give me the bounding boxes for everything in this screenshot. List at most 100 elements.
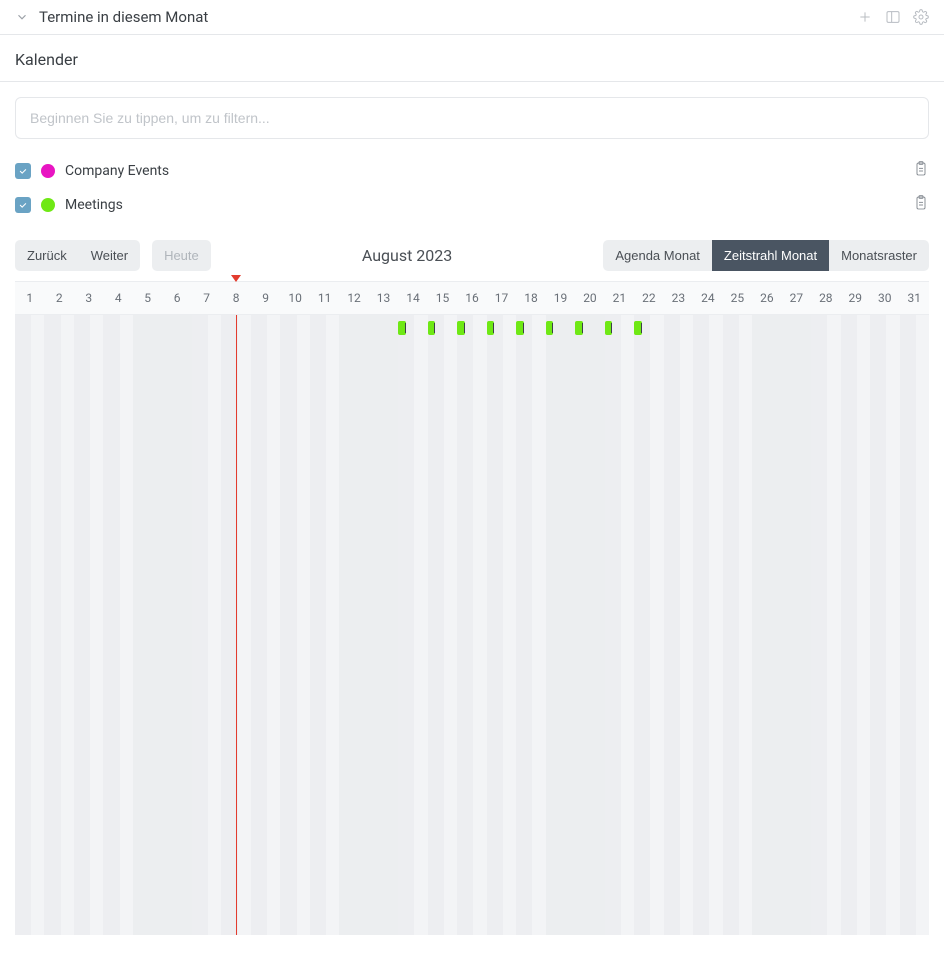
today-line xyxy=(236,315,237,935)
weekend-column xyxy=(133,315,162,935)
toolbar: Zurück Weiter Heute August 2023 Agenda M… xyxy=(0,222,944,281)
timeline-body[interactable] xyxy=(15,315,929,935)
view-group: Agenda Monat Zeitstrahl Monat Monatsrast… xyxy=(603,240,929,271)
month-label: August 2023 xyxy=(211,246,604,265)
event[interactable] xyxy=(546,321,553,335)
back-button[interactable]: Zurück xyxy=(15,240,79,271)
event[interactable] xyxy=(487,321,494,335)
day-header-cell[interactable]: 30 xyxy=(870,282,899,314)
day-column xyxy=(693,315,709,935)
event[interactable] xyxy=(605,321,612,335)
day-header-cell[interactable]: 26 xyxy=(752,282,781,314)
view-grid[interactable]: Monatsraster xyxy=(829,240,929,271)
day-header-cell[interactable]: 1 xyxy=(15,282,44,314)
today-marker-icon xyxy=(231,275,241,282)
day-header-cell[interactable]: 31 xyxy=(900,282,929,314)
day-header-cell[interactable]: 4 xyxy=(103,282,132,314)
event[interactable] xyxy=(428,321,435,335)
plus-icon[interactable] xyxy=(857,9,873,25)
day-column xyxy=(280,315,296,935)
day-header: 1234567891011121314151617181920212223242… xyxy=(15,281,929,315)
clipboard-icon[interactable] xyxy=(913,160,929,182)
widget-title: Termine in diesem Monat xyxy=(39,8,857,26)
filter-input[interactable] xyxy=(15,97,929,139)
day-column xyxy=(103,315,119,935)
calendar-checkbox[interactable] xyxy=(15,197,31,213)
day-column xyxy=(44,315,60,935)
day-column xyxy=(192,315,208,935)
day-column xyxy=(723,315,739,935)
day-header-cell[interactable]: 17 xyxy=(487,282,516,314)
event[interactable] xyxy=(457,321,464,335)
clipboard-icon[interactable] xyxy=(913,194,929,216)
day-header-cell[interactable]: 27 xyxy=(782,282,811,314)
day-header-cell[interactable]: 21 xyxy=(605,282,634,314)
event[interactable] xyxy=(516,321,523,335)
day-header-cell[interactable]: 16 xyxy=(457,282,486,314)
weekend-column xyxy=(575,315,604,935)
weekend-column xyxy=(162,315,191,935)
view-timeline[interactable]: Zeitstrahl Monat xyxy=(712,240,829,271)
day-column xyxy=(841,315,857,935)
day-column xyxy=(428,315,444,935)
day-column xyxy=(15,315,31,935)
day-header-cell[interactable]: 24 xyxy=(693,282,722,314)
section-title: Kalender xyxy=(0,35,944,82)
event[interactable] xyxy=(575,321,582,335)
weekend-column xyxy=(546,315,575,935)
day-header-cell[interactable]: 14 xyxy=(398,282,427,314)
calendar-list: Company Events Meetings xyxy=(0,154,944,222)
day-header-cell[interactable]: 23 xyxy=(664,282,693,314)
calendar-name: Meetings xyxy=(65,197,903,213)
weekend-column xyxy=(752,315,781,935)
day-header-cell[interactable]: 2 xyxy=(44,282,73,314)
day-header-cell[interactable]: 12 xyxy=(339,282,368,314)
day-header-cell[interactable]: 6 xyxy=(162,282,191,314)
filter-wrap xyxy=(0,82,944,154)
day-column xyxy=(516,315,532,935)
day-column xyxy=(634,315,650,935)
event[interactable] xyxy=(634,321,641,335)
widget-header: Termine in diesem Monat xyxy=(0,0,944,35)
day-header-cell[interactable]: 29 xyxy=(841,282,870,314)
forward-button[interactable]: Weiter xyxy=(79,240,140,271)
day-header-cell[interactable]: 13 xyxy=(369,282,398,314)
timeline: 1234567891011121314151617181920212223242… xyxy=(15,281,929,935)
day-header-cell[interactable]: 28 xyxy=(811,282,840,314)
day-header-cell[interactable]: 5 xyxy=(133,282,162,314)
day-header-cell[interactable]: 20 xyxy=(575,282,604,314)
today-button[interactable]: Heute xyxy=(152,240,211,271)
calendar-color-icon xyxy=(41,198,55,212)
day-header-cell[interactable]: 19 xyxy=(546,282,575,314)
nav-group: Zurück Weiter xyxy=(15,240,140,271)
day-column xyxy=(74,315,90,935)
weekend-column xyxy=(782,315,811,935)
day-column xyxy=(310,315,326,935)
calendar-name: Company Events xyxy=(65,163,903,179)
day-column xyxy=(870,315,886,935)
gear-icon[interactable] xyxy=(913,9,929,25)
day-column xyxy=(398,315,414,935)
day-header-cell[interactable]: 7 xyxy=(192,282,221,314)
view-agenda[interactable]: Agenda Monat xyxy=(603,240,712,271)
day-header-cell[interactable]: 9 xyxy=(251,282,280,314)
day-column xyxy=(900,315,916,935)
day-column xyxy=(487,315,503,935)
day-header-cell[interactable]: 25 xyxy=(723,282,752,314)
weekend-column xyxy=(339,315,368,935)
day-header-cell[interactable]: 8 xyxy=(221,282,250,314)
event[interactable] xyxy=(398,321,405,335)
day-header-cell[interactable]: 18 xyxy=(516,282,545,314)
day-header-cell[interactable]: 15 xyxy=(428,282,457,314)
day-header-cell[interactable]: 22 xyxy=(634,282,663,314)
calendar-checkbox[interactable] xyxy=(15,163,31,179)
calendar-row: Company Events xyxy=(0,154,944,188)
day-column xyxy=(605,315,621,935)
panel-icon[interactable] xyxy=(885,9,901,25)
day-header-cell[interactable]: 3 xyxy=(74,282,103,314)
day-header-cell[interactable]: 11 xyxy=(310,282,339,314)
day-header-cell[interactable]: 10 xyxy=(280,282,309,314)
day-column xyxy=(457,315,473,935)
chevron-down-icon[interactable] xyxy=(15,10,29,24)
day-column xyxy=(811,315,827,935)
